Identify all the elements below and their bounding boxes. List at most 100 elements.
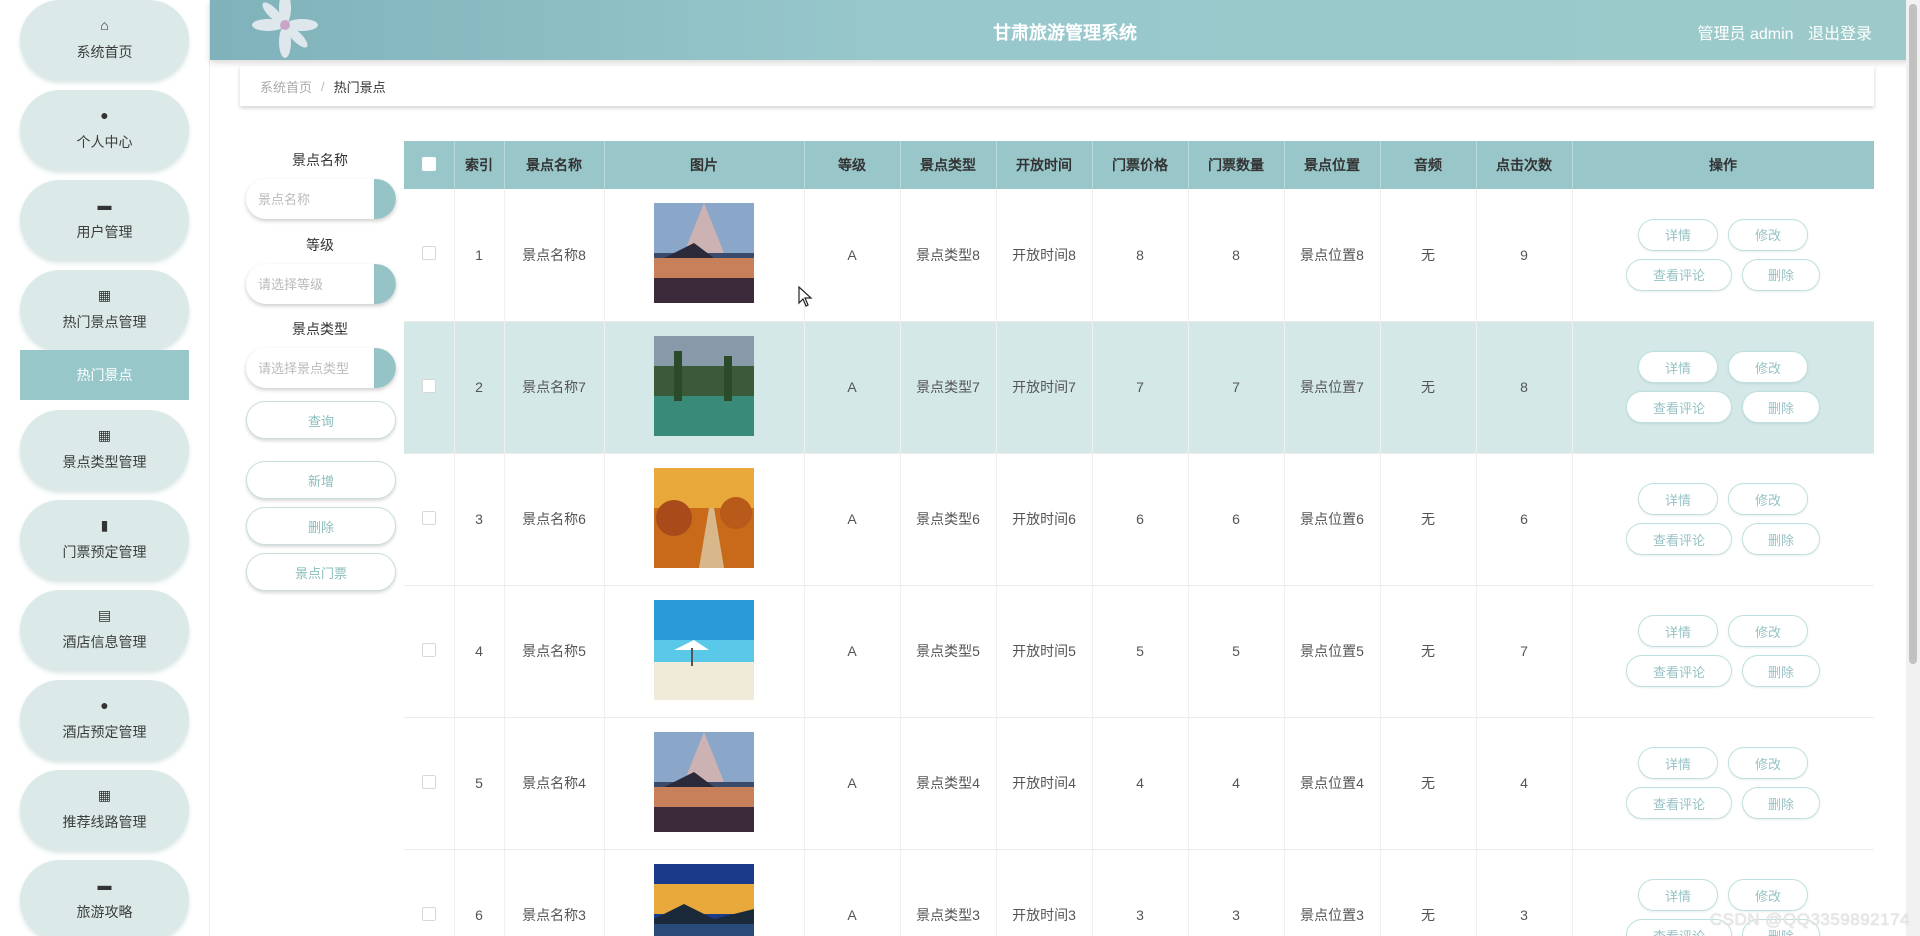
bar-chart-icon: ▮ xyxy=(100,517,109,533)
page-scrollbar[interactable] xyxy=(1906,0,1920,936)
view-comments-button[interactable]: 查看评论 xyxy=(1626,523,1732,555)
add-button[interactable]: 新增 xyxy=(246,461,396,499)
sidebar-item-3[interactable]: ▦ 热门景点管理 xyxy=(20,270,189,350)
cell-level: A xyxy=(804,849,901,936)
delete-button[interactable]: 删除 xyxy=(1742,787,1820,819)
cell-type: 景点类型3 xyxy=(900,849,997,936)
detail-button[interactable]: 详情 xyxy=(1638,615,1718,647)
cell-level: A xyxy=(804,717,901,850)
name-search-field[interactable] xyxy=(246,179,396,219)
breadcrumb-current: 热门景点 xyxy=(333,79,386,95)
detail-button[interactable]: 详情 xyxy=(1638,483,1718,515)
table-row[interactable]: 3 景点名称6 A 景点类型6 开放时间6 6 6 景点位置6 无 6 详情 修改 查看评论 删除 xyxy=(404,453,1874,586)
delete-button[interactable]: 删除 xyxy=(1742,655,1820,687)
view-comments-button[interactable]: 查看评论 xyxy=(1626,787,1732,819)
sidebar-item-2[interactable]: ▬ 用户管理 xyxy=(20,180,189,260)
sidebar: ⌂ 系统首页 ● 个人中心 ▬ 用户管理 ▦ 热门景点管理 ▦ 景点类型管理 ▮ 门票预定管理 ▤ 酒店信… xyxy=(0,0,210,936)
type-select[interactable] xyxy=(246,348,396,388)
cell-price: 6 xyxy=(1092,453,1189,586)
delete-button[interactable]: 删除 xyxy=(1742,258,1820,291)
delete-button[interactable]: 删除 xyxy=(1742,391,1820,423)
edit-button[interactable]: 修改 xyxy=(1728,615,1808,647)
scrollbar-thumb[interactable] xyxy=(1909,4,1917,664)
cell-level: A xyxy=(804,189,901,322)
row-checkbox[interactable] xyxy=(421,642,436,657)
cell-name: 景点名称6 xyxy=(504,453,605,586)
cell-type: 景点类型7 xyxy=(900,321,997,454)
select-all-checkbox[interactable] xyxy=(421,156,436,171)
attraction-thumbnail[interactable] xyxy=(654,599,754,700)
cell-name: 景点名称7 xyxy=(504,321,605,454)
attraction-thumbnail[interactable] xyxy=(654,203,754,304)
cell-audio: 无 xyxy=(1380,189,1477,322)
table-row[interactable]: 2 景点名称7 A 景点类型7 开放时间7 7 7 景点位置7 无 8 详情 修改 查看评论 删除 xyxy=(404,321,1874,454)
sidebar-item-4[interactable]: ▦ 景点类型管理 xyxy=(20,410,189,490)
sidebar-item-5[interactable]: ▮ 门票预定管理 xyxy=(20,500,189,580)
row-checkbox[interactable] xyxy=(421,906,436,921)
cell-price: 7 xyxy=(1092,321,1189,454)
attraction-thumbnail[interactable] xyxy=(654,467,754,568)
image-cell xyxy=(604,453,805,586)
cell-clicks: 4 xyxy=(1476,717,1573,850)
detail-button[interactable]: 详情 xyxy=(1638,747,1718,779)
query-button[interactable]: 查询 xyxy=(246,401,396,439)
cell-audio: 无 xyxy=(1380,585,1477,718)
row-checkbox[interactable] xyxy=(421,510,436,525)
table-row[interactable]: 5 景点名称4 A 景点类型4 开放时间4 4 4 景点位置4 无 4 详情 修改 查看评论 删除 xyxy=(404,717,1874,850)
level-filter-label: 等级 xyxy=(306,237,334,253)
level-select-input[interactable] xyxy=(246,264,366,304)
name-search-input[interactable] xyxy=(246,179,366,219)
sidebar-item-6[interactable]: ▤ 酒店信息管理 xyxy=(20,590,189,670)
type-select-input[interactable] xyxy=(246,348,366,388)
column-header: 音频 xyxy=(1380,141,1477,189)
sidebar-item-1[interactable]: ● 个人中心 xyxy=(20,90,189,170)
select-cap xyxy=(374,264,396,304)
image-cell xyxy=(604,189,805,322)
table-row[interactable]: 6 景点名称3 A 景点类型3 开放时间3 3 3 景点位置3 无 3 详情 修改 查看评论 删除 xyxy=(404,849,1874,936)
attraction-thumbnail[interactable] xyxy=(654,863,754,936)
level-select[interactable] xyxy=(246,264,396,304)
sidebar-subitem-hot-attractions[interactable]: 热门景点 xyxy=(20,350,189,400)
row-checkbox[interactable] xyxy=(421,246,436,261)
delete-button[interactable]: 删除 xyxy=(1742,523,1820,555)
edit-button[interactable]: 修改 xyxy=(1728,351,1808,383)
attraction-thumbnail[interactable] xyxy=(654,335,754,436)
detail-button[interactable]: 详情 xyxy=(1638,218,1718,251)
edit-button[interactable]: 修改 xyxy=(1728,218,1808,251)
detail-button[interactable]: 详情 xyxy=(1638,879,1718,911)
sidebar-item-0[interactable]: ⌂ 系统首页 xyxy=(20,0,189,80)
sidebar-item-9[interactable]: ▬ 旅游攻略 xyxy=(20,860,189,936)
sidebar-item-8[interactable]: ▦ 推荐线路管理 xyxy=(20,770,189,850)
edit-button[interactable]: 修改 xyxy=(1728,483,1808,515)
image-cell xyxy=(604,849,805,936)
column-header: 等级 xyxy=(804,141,901,189)
cell-type: 景点类型6 xyxy=(900,453,997,586)
detail-button[interactable]: 详情 xyxy=(1638,351,1718,383)
cell-name: 景点名称5 xyxy=(504,585,605,718)
view-comments-button[interactable]: 查看评论 xyxy=(1626,655,1732,687)
cell-loc: 景点位置6 xyxy=(1284,453,1381,586)
batch-delete-button[interactable]: 删除 xyxy=(246,507,396,545)
grid-icon: ▦ xyxy=(97,427,112,443)
edit-button[interactable]: 修改 xyxy=(1728,879,1808,911)
type-filter-label: 景点类型 xyxy=(292,321,348,337)
table-row[interactable]: 4 景点名称5 A 景点类型5 开放时间5 5 5 景点位置5 无 7 详情 修改 查看评论 删除 xyxy=(404,585,1874,718)
edit-button[interactable]: 修改 xyxy=(1728,747,1808,779)
bulb-icon: ● xyxy=(100,697,109,713)
sidebar-item-7[interactable]: ● 酒店预定管理 xyxy=(20,680,189,760)
view-comments-button[interactable]: 查看评论 xyxy=(1626,391,1732,423)
column-header: 景点名称 xyxy=(504,141,605,189)
breadcrumb-home[interactable]: 系统首页 xyxy=(260,77,312,96)
briefcase-icon: ▬ xyxy=(97,197,112,213)
logout-link[interactable]: 退出登录 xyxy=(1808,26,1872,43)
view-comments-button[interactable]: 查看评论 xyxy=(1626,258,1732,291)
cell-loc: 景点位置5 xyxy=(1284,585,1381,718)
cell-loc: 景点位置3 xyxy=(1284,849,1381,936)
cell-idx: 2 xyxy=(454,321,505,454)
table-row[interactable]: 1 景点名称8 A 景点类型8 开放时间8 8 8 景点位置8 无 9 详情 修改 查看评论 删除 xyxy=(404,189,1874,322)
attraction-thumbnail[interactable] xyxy=(654,731,754,832)
row-checkbox[interactable] xyxy=(421,774,436,789)
row-checkbox[interactable] xyxy=(421,378,436,393)
cell-clicks: 6 xyxy=(1476,453,1573,586)
tickets-button[interactable]: 景点门票 xyxy=(246,553,396,591)
